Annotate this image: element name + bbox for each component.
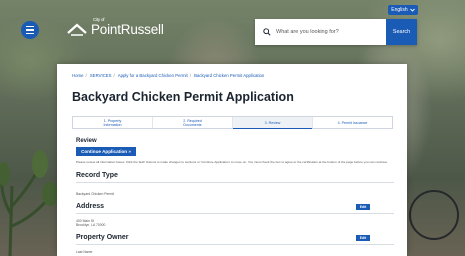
hamburger-icon-line — [26, 26, 34, 28]
language-label: English — [391, 7, 408, 13]
edit-address-button[interactable]: Edit — [356, 204, 370, 210]
record-type-heading: Record Type — [76, 172, 118, 179]
breadcrumb-link-apply[interactable]: Apply for a Backyard Chicken Permit — [118, 73, 188, 78]
breadcrumb-link-services[interactable]: SERVICES — [90, 73, 112, 78]
plant-image — [0, 150, 58, 256]
record-type-value: Backyard Chicken Permit — [76, 192, 115, 196]
step-review[interactable]: 3. Review — [233, 117, 313, 129]
section-divider — [76, 213, 394, 214]
step-required-documents[interactable]: 2. Required Documents — [153, 117, 233, 128]
progress-steps: 1. Property Information 2. Required Docu… — [72, 116, 393, 129]
breadcrumb-current: Backyard Chicken Permit Application — [194, 73, 265, 78]
address-heading: Address — [76, 203, 105, 210]
application-card: Home / SERVICES / Apply for a Backyard Chi… — [57, 64, 407, 256]
step-permit-issuance[interactable]: 4. Permit Issuance — [313, 117, 392, 128]
address-line-2: Brooklyn, LA 70000 — [76, 223, 106, 227]
breadcrumb-separator: / — [189, 73, 191, 78]
search-icon — [263, 28, 271, 36]
bicycle-wheel-image — [409, 190, 459, 240]
section-divider — [76, 182, 394, 183]
breadcrumb-separator: / — [85, 73, 87, 78]
hamburger-icon-line — [26, 32, 34, 34]
search-button[interactable]: Search — [386, 19, 417, 45]
menu-button[interactable] — [21, 21, 39, 39]
chevron-down-icon — [409, 8, 415, 12]
edit-property-owner-button[interactable]: Edit — [356, 235, 370, 241]
search-box[interactable] — [255, 19, 386, 45]
logo-prefix: City of — [93, 16, 105, 22]
search-bar: Search — [255, 19, 417, 45]
breadcrumb-separator: / — [113, 73, 115, 78]
breadcrumb-link-home[interactable]: Home — [72, 73, 83, 78]
review-heading: Review — [76, 138, 97, 144]
language-selector[interactable]: English — [388, 5, 418, 15]
owner-field-label: Last Name — [76, 250, 93, 254]
logo-name: PointRussell — [91, 21, 164, 37]
city-logo[interactable]: City of PointRussell — [67, 17, 164, 41]
review-instructions: Please review all information below. Cli… — [76, 160, 388, 164]
property-owner-heading: Property Owner — [76, 234, 129, 241]
breadcrumb: Home / SERVICES / Apply for a Backyard Chi… — [72, 73, 264, 78]
continue-application-button[interactable]: Continue Application » — [76, 147, 136, 156]
hamburger-icon-line — [26, 29, 34, 31]
page-title: Backyard Chicken Permit Application — [72, 90, 294, 104]
search-input[interactable] — [276, 29, 386, 35]
section-divider — [76, 244, 394, 245]
roof-logo-icon — [67, 23, 87, 36]
step-property-information[interactable]: 1. Property Information — [73, 117, 153, 128]
